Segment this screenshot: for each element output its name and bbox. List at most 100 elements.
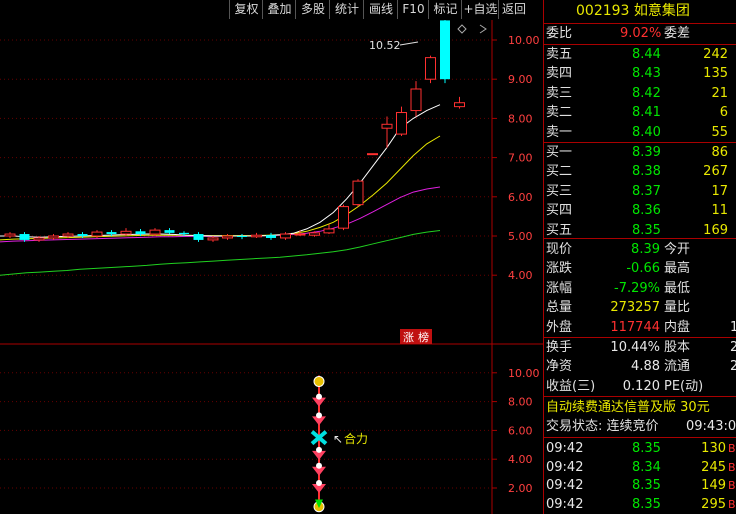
candle[interactable]	[164, 228, 175, 235]
weibi-row: 委比 9.02% 委差	[546, 24, 690, 43]
ask-row[interactable]: 卖三 8.42 21	[546, 84, 728, 103]
tick-volume: 295	[701, 496, 726, 512]
indicator-axis-label: 10.00	[508, 367, 540, 380]
ask-row[interactable]: 卖四 8.43 135	[546, 64, 728, 83]
price-axis-label: 5.00	[508, 230, 533, 243]
promo-banner[interactable]: 自动续费通达信普及版 30元	[546, 398, 710, 417]
fund-label: 换手	[546, 340, 573, 355]
tick-volume: 130	[701, 441, 726, 456]
stock-code: 002193	[576, 3, 630, 19]
candle[interactable]	[237, 234, 247, 240]
tick-time: 09:42	[546, 496, 584, 512]
bid-volume: 86	[711, 145, 728, 160]
tick-volume: 149	[701, 478, 726, 493]
toolbar-button[interactable]: 画线	[363, 0, 398, 19]
badge-bang[interactable]: 榜	[416, 329, 432, 344]
candle[interactable]	[280, 232, 291, 240]
stat-value: 8.39	[631, 242, 660, 257]
candle[interactable]	[48, 234, 59, 240]
candle[interactable]	[266, 232, 276, 240]
ask-label: 卖三	[546, 85, 573, 101]
fund-row[interactable]: 收益(三) 0.120 PE(动)	[546, 377, 703, 396]
ask-price: 8.43	[632, 66, 661, 82]
candle[interactable]	[309, 231, 320, 237]
stat-value: -0.66	[626, 261, 660, 277]
price-axis-label: 4.00	[508, 269, 533, 282]
tick-direction: B	[728, 442, 736, 455]
stat-row[interactable]: 外盘 117744 内盘 1	[546, 318, 736, 337]
stat-label-2: 内盘	[664, 319, 691, 335]
candle[interactable]	[396, 106, 407, 137]
kline-chart[interactable]: 10.00 9.00 8.00 7.00 6.00 5.00 4.00 10.00 8.00 6.…	[0, 20, 543, 514]
candle[interactable]	[338, 204, 349, 231]
fund-row[interactable]: 换手 10.44% 股本 2	[546, 338, 736, 357]
bid-label: 买三	[546, 183, 573, 199]
bid-price: 8.36	[632, 203, 661, 219]
fund-label-2: 流通	[664, 359, 691, 375]
candle[interactable]	[222, 234, 233, 240]
tick-volume: 245	[701, 459, 726, 475]
indicator-marker	[312, 412, 326, 426]
fund-value-2: 2	[730, 340, 736, 355]
bid-volume: 11	[711, 203, 728, 219]
ask-row[interactable]: 卖五 8.44 242	[546, 45, 728, 64]
candle[interactable]	[410, 81, 422, 117]
ask-volume: 135	[703, 66, 728, 82]
bid-row[interactable]: 买一 8.39 86	[546, 143, 728, 162]
toolbar-button[interactable]: 复权	[229, 0, 263, 19]
fund-value: 4.88	[631, 359, 660, 375]
tick-row[interactable]: 09:42 8.34 245 B	[546, 458, 736, 477]
bid-volume: 17	[711, 183, 728, 199]
stat-label: 外盘	[546, 319, 573, 335]
bid-volume: 169	[703, 222, 728, 238]
ask-volume: 242	[703, 47, 728, 62]
stat-row[interactable]: 总量 273257 量比	[546, 298, 690, 317]
candle[interactable]	[454, 96, 465, 109]
candle[interactable]	[193, 232, 204, 242]
tick-row[interactable]: 09:42 8.35 295 B	[546, 495, 736, 514]
stat-row[interactable]: 涨幅 -7.29% 最低	[546, 279, 690, 298]
badge-zhang[interactable]: 涨	[400, 329, 416, 344]
stat-label: 涨跌	[546, 261, 573, 277]
bid-row[interactable]: 买四 8.36 11	[546, 201, 728, 220]
ask-price: 8.40	[632, 124, 661, 140]
bid-row[interactable]: 买二 8.38 267	[546, 162, 728, 181]
ask-row[interactable]: 卖二 8.41 6	[546, 103, 728, 122]
candle[interactable]	[352, 179, 364, 207]
ask-row[interactable]: 卖一 8.40 55	[546, 123, 728, 142]
candle[interactable]	[381, 116, 393, 148]
stat-label: 总量	[546, 300, 573, 316]
tick-direction: B	[728, 497, 736, 511]
chevron-right-icon[interactable]	[479, 24, 487, 34]
toolbar-button[interactable]: +自选	[461, 0, 499, 19]
candle[interactable]	[251, 232, 262, 238]
candle[interactable]	[440, 20, 450, 84]
candle[interactable]	[367, 153, 378, 156]
stat-label: 涨幅	[546, 280, 573, 296]
fund-row[interactable]: 净资 4.88 流通 2	[546, 357, 736, 376]
tick-row[interactable]: 09:42 8.35 130 B	[546, 439, 736, 458]
ask-label: 卖二	[546, 105, 573, 121]
toolbar-button[interactable]: 多股	[295, 0, 330, 19]
fund-value: 10.44%	[610, 340, 660, 355]
toolbar-button[interactable]: F10	[397, 0, 429, 19]
bid-row[interactable]: 买三 8.37 17	[546, 182, 728, 201]
candle[interactable]	[4, 232, 16, 238]
fund-label-2: 股本	[664, 340, 691, 355]
toolbar-button[interactable]: 统计	[329, 0, 364, 19]
stat-row[interactable]: 现价 8.39 今开	[546, 240, 690, 259]
tick-row[interactable]: 09:42 8.35 149 B	[546, 476, 736, 495]
promo-price: 30元	[680, 400, 710, 415]
tick-price: 8.35	[632, 478, 661, 493]
candle[interactable]	[425, 55, 436, 84]
bid-row[interactable]: 买五 8.35 169	[546, 221, 728, 240]
indicator-marker	[312, 446, 326, 460]
stat-row[interactable]: 涨跌 -0.66 最高	[546, 259, 690, 278]
toolbar-button[interactable]: 叠加	[262, 0, 296, 19]
ask-label: 卖五	[546, 47, 573, 62]
stock-name: 如意集团	[633, 3, 690, 19]
toolbar-button[interactable]: 返回	[498, 0, 529, 19]
toolbar-button[interactable]: 标记	[428, 0, 462, 19]
tick-direction: B	[728, 479, 736, 492]
diamond-icon[interactable]	[457, 24, 467, 34]
